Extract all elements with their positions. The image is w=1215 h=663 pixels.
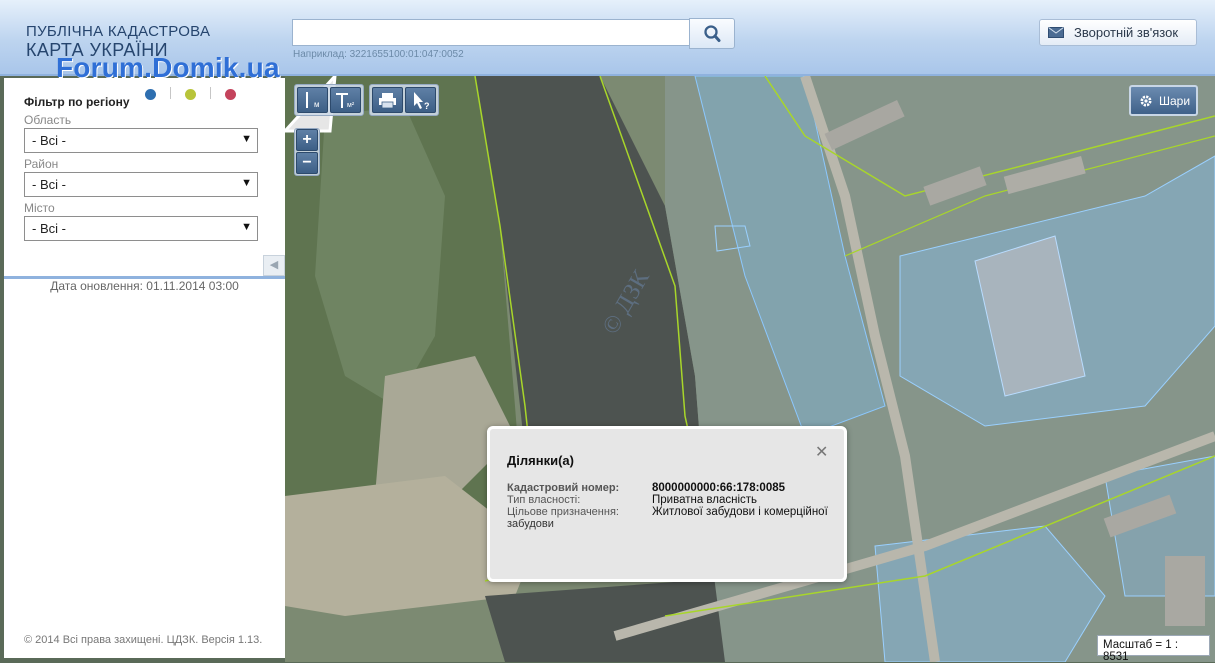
- map-scale: Масштаб = 1 : 8531: [1097, 635, 1210, 663]
- svg-text:м²: м²: [347, 102, 355, 109]
- search-icon: [704, 25, 721, 42]
- popup-key-purpose: Цільове призначення:: [507, 506, 619, 518]
- envelope-icon: [1048, 27, 1064, 38]
- popup-title: Ділянки(а): [507, 453, 574, 468]
- feedback-label: Зворотній зв'язок: [1074, 25, 1179, 40]
- gear-icon: [1140, 95, 1152, 106]
- logo-title-line1: ПУБЛІЧНА КАДАСТРОВА: [26, 23, 211, 40]
- layers-label: Шари: [1159, 93, 1191, 108]
- ruler-length-icon: м: [306, 92, 320, 109]
- raion-select[interactable]: - Всі - ▼: [24, 172, 258, 197]
- city-select-value: - Всі -: [32, 221, 66, 236]
- region-color-dot-red[interactable]: [225, 89, 236, 100]
- dot-separator: [210, 87, 211, 99]
- cursor-question-icon: ?: [414, 92, 430, 111]
- measure-toolbar: м м²: [294, 84, 364, 116]
- city-select[interactable]: - Всі - ▼: [24, 216, 258, 241]
- parcel-info-popup: Ділянки(а) ✕ Кадастровий номер: 80000000…: [487, 426, 847, 582]
- layers-button[interactable]: Шари: [1129, 85, 1198, 116]
- print-button[interactable]: [372, 87, 403, 113]
- ruler-area-icon: м²: [336, 93, 355, 109]
- cadastral-search-input[interactable]: [292, 19, 690, 46]
- region-color-dot-blue[interactable]: [145, 89, 156, 100]
- update-date: Дата оновлення: 01.11.2014 03:00: [50, 279, 239, 293]
- oblast-select[interactable]: - Всі - ▼: [24, 128, 258, 153]
- search-hint: Наприклад: 3221655100:01:047:0052: [293, 49, 464, 60]
- raion-label: Район: [24, 157, 59, 171]
- svg-text:?: ?: [424, 101, 430, 111]
- copyright-text: © 2014 Всі права захищені. ЦДЗК. Версія …: [24, 634, 263, 646]
- popup-key-ownership: Тип власності:: [507, 494, 581, 506]
- search-button[interactable]: [689, 18, 735, 49]
- close-icon[interactable]: ✕: [815, 442, 828, 462]
- measure-length-button[interactable]: м: [297, 87, 328, 113]
- region-color-dot-green[interactable]: [185, 89, 196, 100]
- measure-area-button[interactable]: м²: [330, 87, 361, 113]
- dot-separator: [170, 87, 171, 99]
- raion-select-value: - Всі -: [32, 177, 66, 192]
- svg-text:м: м: [314, 100, 320, 109]
- header-bar: ПУБЛІЧНА КАДАСТРОВА КАРТА УКРАЇНИ Forum.…: [0, 0, 1215, 83]
- dropdown-caret-icon: ▼: [241, 177, 252, 189]
- identify-button[interactable]: ?: [405, 87, 436, 113]
- popup-key-cadastral-number: Кадастровий номер:: [507, 482, 620, 494]
- zoom-out-button[interactable]: −: [296, 152, 318, 174]
- print-info-toolbar: ?: [369, 84, 439, 116]
- oblast-select-value: - Всі -: [32, 133, 66, 148]
- filter-title: Фільтр по регіону: [24, 95, 130, 109]
- collapse-sidebar-button[interactable]: ◀: [263, 255, 285, 276]
- zoom-in-button[interactable]: +: [296, 129, 318, 151]
- city-label: Місто: [24, 201, 55, 215]
- popup-value-purpose-continued: забудови: [507, 518, 554, 530]
- oblast-label: Область: [24, 113, 72, 127]
- dropdown-caret-icon: ▼: [241, 133, 252, 145]
- dropdown-caret-icon: ▼: [241, 221, 252, 233]
- region-filter-sidebar: Фільтр по регіону Область - Всі - ▼ Райо…: [4, 78, 285, 658]
- popup-value-purpose: Житлової забудови і комерційної: [652, 506, 828, 518]
- printer-icon: [379, 93, 396, 109]
- feedback-button[interactable]: Зворотній зв'язок: [1039, 19, 1197, 46]
